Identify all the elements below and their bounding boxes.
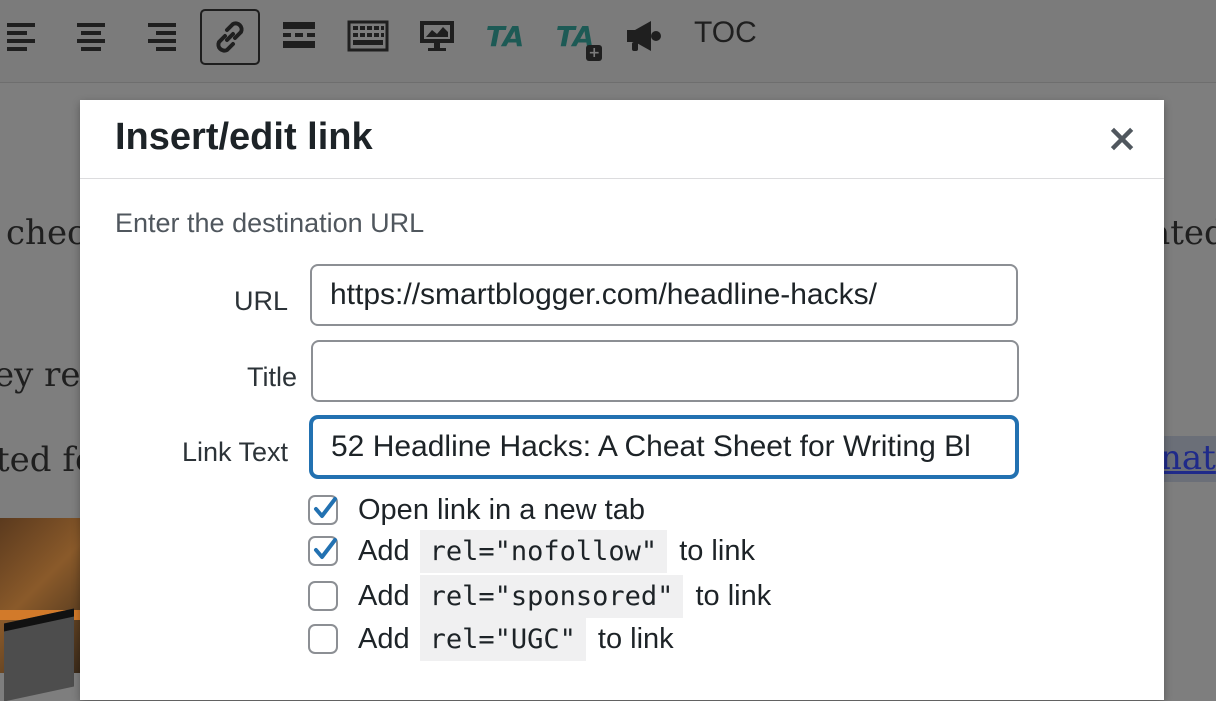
nofollow-option[interactable]: Add rel="nofollow" to link [308,529,755,573]
ugc-checkbox[interactable] [308,624,338,654]
thirstyaffiliates-add-icon[interactable]: TA + [548,9,603,63]
ugc-prefix: Add [358,622,410,655]
toc-button[interactable]: TOC [694,16,757,50]
toolbar-toggle-icon[interactable] [341,9,395,63]
ugc-suffix: to link [597,622,674,655]
background-image [0,518,80,701]
sponsored-code: rel="sponsored" [419,574,684,618]
dialog-instructions: Enter the destination URL [115,208,425,238]
sponsored-suffix: to link [695,579,772,612]
open-new-tab-checkbox[interactable] [308,495,338,525]
monitor-icon[interactable] [410,9,464,63]
thirstyaffiliates-icon[interactable]: TA [478,9,532,63]
nofollow-suffix: to link [679,534,755,567]
align-center-icon[interactable] [64,9,118,63]
align-right-icon[interactable] [133,9,187,63]
sponsored-checkbox[interactable] [308,581,338,611]
megaphone-icon[interactable] [618,9,672,63]
dialog-header: Insert/edit link × [80,100,1164,179]
open-new-tab-option[interactable]: Open link in a new tab [308,490,645,530]
sponsored-option[interactable]: Add rel="sponsored" to link [308,574,772,618]
nofollow-checkbox[interactable] [308,536,338,566]
link-text-label: Link Text [181,437,288,467]
insert-link-icon[interactable] [200,9,260,65]
nofollow-code: rel="nofollow" [419,529,668,573]
insert-link-dialog: Insert/edit link × Enter the destination… [80,100,1164,700]
editor-toolbar: TA TA + TOC [0,0,1216,83]
align-left-icon[interactable] [0,9,50,63]
ugc-option[interactable]: Add rel="UGC" to link [308,617,674,661]
read-more-icon[interactable] [272,9,326,63]
url-input[interactable]: https://smartblogger.com/headline-hacks/ [310,264,1018,326]
dialog-title: Insert/edit link [115,116,373,158]
link-text-input[interactable]: 52 Headline Hacks: A Cheat Sheet for Wri… [310,416,1018,478]
background-text-line: ey re [0,355,81,395]
ugc-code: rel="UGC" [419,617,586,661]
plus-badge-icon: + [586,44,603,61]
title-input[interactable] [311,340,1019,402]
title-label: Title [246,362,297,392]
sponsored-prefix: Add [358,579,410,612]
url-label: URL [233,286,288,316]
nofollow-prefix: Add [358,534,410,567]
open-new-tab-label: Open link in a new tab [358,493,645,526]
close-button[interactable]: × [1102,116,1142,160]
